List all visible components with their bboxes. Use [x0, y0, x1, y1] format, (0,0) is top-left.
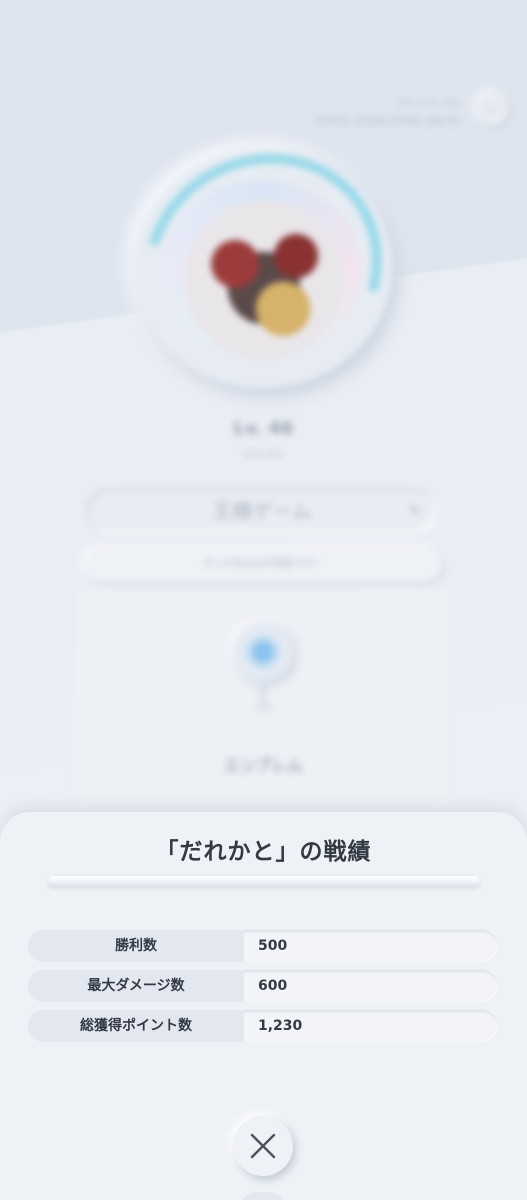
stat-label: 総獲得ポイント数 — [28, 1010, 244, 1042]
player-id-label: プレイヤーID — [397, 99, 459, 109]
profile-message[interactable]: デッキ作るのが得意です！ — [84, 548, 442, 582]
player-exp: 205/2,805 — [243, 450, 284, 459]
stat-row: 最大ダメージ数 600 — [28, 970, 498, 1002]
stat-value: 500 — [258, 938, 288, 954]
stat-row: 総獲得ポイント数 1,230 — [28, 1010, 498, 1042]
chevron-right-icon[interactable]: › — [475, 92, 509, 126]
avatar[interactable] — [102, 110, 424, 426]
player-id-block: プレイヤーID 0743-3339-9742-6479 — [316, 96, 459, 128]
close-button[interactable] — [233, 1116, 293, 1176]
modal-title: 「だれかと」の戦績 — [155, 839, 372, 865]
emblem-stand — [260, 680, 266, 702]
avatar-image — [184, 200, 344, 360]
stat-value: 600 — [258, 978, 288, 994]
player-level: Lv. 46 — [233, 418, 294, 439]
emblem-section-title: エンブレム — [223, 756, 304, 775]
stat-label: 最大ダメージ数 — [28, 970, 244, 1002]
player-name: 王様ゲーム — [212, 499, 312, 523]
pencil-icon[interactable]: ✎ — [409, 488, 422, 534]
stat-row: 勝利数 500 — [28, 930, 498, 962]
title-divider — [48, 876, 480, 886]
player-name-field[interactable]: 王様ゲーム ✎ — [86, 488, 438, 534]
emblem-badge[interactable] — [233, 622, 293, 682]
emblem-icon — [246, 635, 280, 669]
emblem-label: 146 — [255, 703, 272, 712]
stat-value: 1,230 — [258, 1018, 303, 1034]
close-icon — [250, 1133, 276, 1159]
player-id: 0743-3339-9742-6479 — [316, 115, 459, 128]
stat-label: 勝利数 — [28, 930, 244, 962]
